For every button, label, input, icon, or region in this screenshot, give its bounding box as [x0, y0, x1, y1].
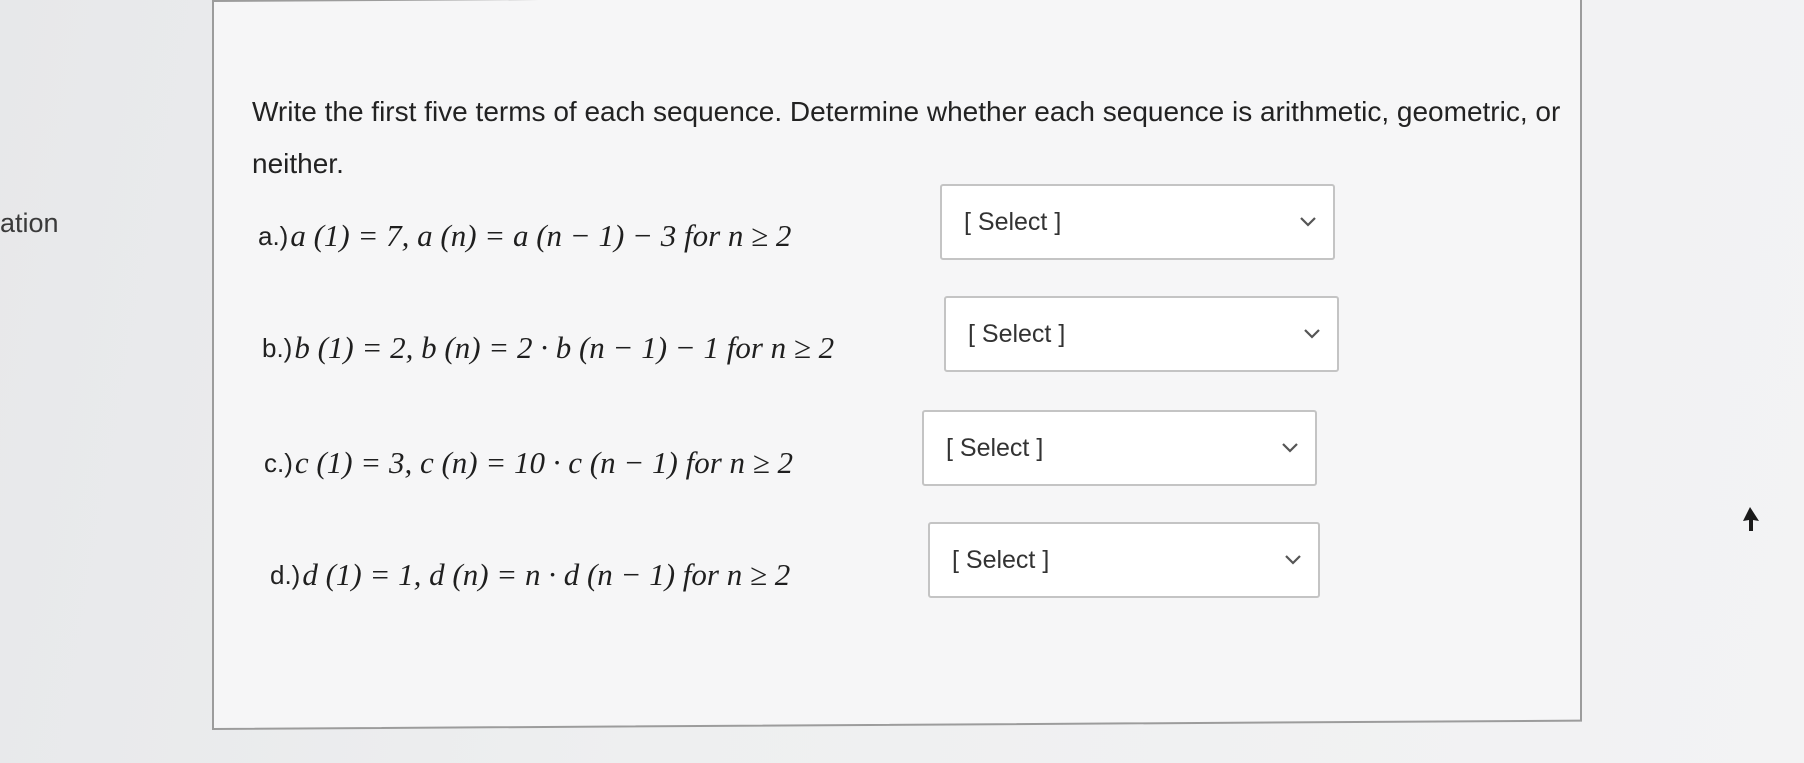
- select-item-b[interactable]: [ Select ]: [944, 296, 1339, 372]
- select-item-a[interactable]: [ Select ]: [940, 184, 1335, 260]
- select-item-c[interactable]: [ Select ]: [922, 410, 1317, 486]
- chevron-down-icon: [1300, 217, 1316, 227]
- select-value: [ Select ]: [968, 319, 1066, 348]
- sidebar-partial-label[interactable]: ation: [0, 208, 59, 239]
- chevron-down-icon: [1282, 443, 1298, 453]
- item-formula: b (1) = 2, b (n) = 2 · b (n − 1) − 1 for…: [294, 330, 835, 365]
- select-value: [ Select ]: [946, 433, 1044, 462]
- mouse-cursor-icon: [1743, 507, 1759, 531]
- item-formula: a (1) = 7, a (n) = a (n − 1) − 3 for n ≥…: [290, 218, 792, 253]
- select-value: [ Select ]: [952, 545, 1050, 574]
- item-formula: c (1) = 3, c (n) = 10 · c (n − 1) for n …: [294, 445, 794, 480]
- item-label: b.): [262, 332, 293, 363]
- item-a: a.) a (1) = 7, a (n) = a (n − 1) − 3 for…: [258, 218, 791, 254]
- chevron-down-icon: [1285, 555, 1301, 565]
- item-d: d.) d (1) = 1, d (n) = n · d (n − 1) for…: [270, 557, 790, 593]
- item-b: b.) b (1) = 2, b (n) = 2 · b (n − 1) − 1…: [262, 330, 834, 366]
- item-label: a.): [258, 220, 289, 251]
- select-value: [ Select ]: [964, 207, 1062, 236]
- item-label: c.): [264, 447, 293, 478]
- item-label: d.): [270, 559, 301, 590]
- select-item-d[interactable]: [ Select ]: [928, 522, 1320, 598]
- item-formula: d (1) = 1, d (n) = n · d (n − 1) for n ≥…: [302, 557, 791, 592]
- question-text: Write the first five terms of each seque…: [252, 96, 1561, 179]
- item-c: c.) c (1) = 3, c (n) = 10 · c (n − 1) fo…: [264, 445, 793, 481]
- chevron-down-icon: [1304, 329, 1320, 339]
